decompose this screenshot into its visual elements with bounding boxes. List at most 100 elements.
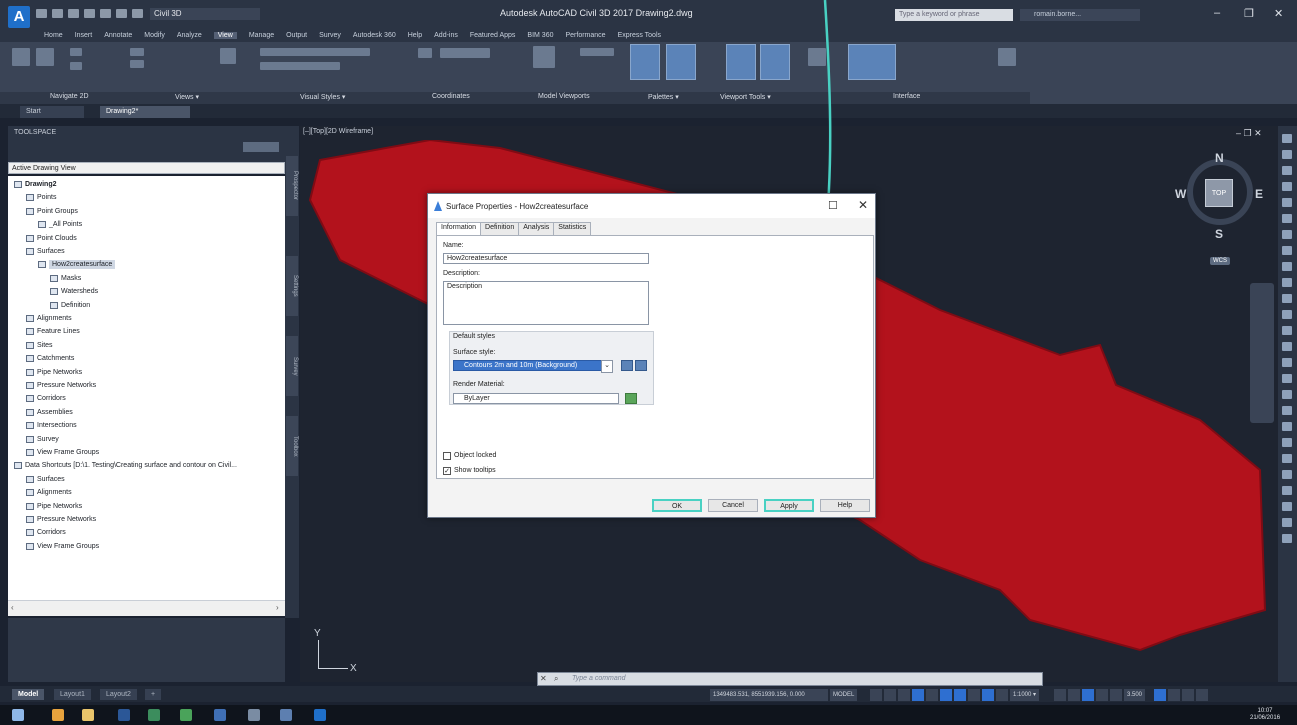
dialog-maximize-button[interactable]: ☐: [828, 199, 838, 212]
tool-icon-17[interactable]: [1282, 390, 1292, 399]
ribbon-tab-bim-360[interactable]: BIM 360: [527, 32, 553, 39]
tab-information[interactable]: Information: [436, 222, 482, 235]
tree-item[interactable]: Watersheds: [50, 287, 98, 296]
visual-style-dropdown[interactable]: [260, 48, 370, 56]
material-browser-icon[interactable]: [625, 393, 637, 404]
tool-icon-11[interactable]: [1282, 294, 1292, 303]
tree-item[interactable]: _All Points: [38, 220, 82, 229]
name-field[interactable]: How2createsurface: [443, 253, 649, 264]
tree-item[interactable]: Masks: [50, 274, 81, 283]
viewport-window-controls[interactable]: – ❐ ✕: [1236, 128, 1262, 139]
ribbon-tab-home[interactable]: Home: [44, 32, 63, 39]
compass-north[interactable]: N: [1215, 151, 1224, 165]
lock-ui-icon[interactable]: [1110, 689, 1122, 701]
ribbon-tab-help[interactable]: Help: [408, 32, 422, 39]
ribbon-tab-insert[interactable]: Insert: [75, 32, 93, 39]
ribbon-tab-add-ins[interactable]: Add-ins: [434, 32, 458, 39]
app-icon-grey[interactable]: [248, 709, 260, 721]
app-icon-blue[interactable]: [214, 709, 226, 721]
share-icon[interactable]: [132, 9, 143, 18]
side-tab-settings[interactable]: Settings: [286, 256, 298, 316]
app-icon-blue-2[interactable]: [280, 709, 292, 721]
ribbon-tab-express-tools[interactable]: Express Tools: [618, 32, 661, 39]
isolate-objects-icon[interactable]: [1154, 689, 1166, 701]
viewcube-top-face[interactable]: TOP: [1205, 179, 1233, 207]
scroll-right-icon[interactable]: ›: [276, 603, 279, 612]
save-icon[interactable]: [68, 9, 79, 18]
panel-label-palettes[interactable]: Palettes ▾: [648, 93, 679, 101]
tool-icon-7[interactable]: [1282, 230, 1292, 239]
navigation-bar[interactable]: [1250, 283, 1274, 423]
tool-icon-26[interactable]: [1282, 534, 1292, 543]
side-tab-prospector[interactable]: Prospector: [286, 156, 298, 216]
tree-item[interactable]: Pressure Networks: [26, 381, 96, 390]
tool-icon-22[interactable]: [1282, 470, 1292, 479]
tree-item[interactable]: Surfaces: [26, 475, 65, 484]
ok-button[interactable]: OK: [652, 499, 702, 512]
edge-style-icon[interactable]: [260, 62, 340, 70]
tree-item[interactable]: Definition: [50, 301, 90, 310]
chrome-icon[interactable]: [52, 709, 64, 721]
render-material-dropdown[interactable]: ByLayer: [453, 393, 619, 404]
tree-item[interactable]: Pressure Networks: [26, 515, 96, 524]
tool-icon-1[interactable]: [1282, 134, 1292, 143]
show-tooltips-checkbox[interactable]: ✓: [443, 467, 451, 475]
tree-item[interactable]: Data Shortcuts [D:\1. Testing\Creating s…: [14, 461, 237, 470]
tool-icon-18[interactable]: [1282, 406, 1292, 415]
tool-icon-19[interactable]: [1282, 422, 1292, 431]
word-icon[interactable]: [118, 709, 130, 721]
add-layout-button[interactable]: +: [145, 689, 162, 700]
minimize-button[interactable]: –: [1214, 7, 1220, 19]
tree-item[interactable]: Corridors: [26, 394, 66, 403]
tree-item[interactable]: Intersections: [26, 421, 77, 430]
ucs-tools-icon[interactable]: [440, 48, 490, 58]
tree-item[interactable]: Survey: [26, 435, 59, 444]
view-bottom-icon[interactable]: [130, 60, 144, 68]
tool-icon-20[interactable]: [1282, 438, 1292, 447]
ribbon-tab-featured-apps[interactable]: Featured Apps: [470, 32, 516, 39]
tool-icon-13[interactable]: [1282, 326, 1292, 335]
annotation-visibility-icon[interactable]: [982, 689, 994, 701]
apply-button[interactable]: Apply: [764, 499, 814, 512]
tree-item[interactable]: Feature Lines: [26, 327, 80, 336]
switch-windows-icon[interactable]: [848, 44, 896, 80]
view-top-icon[interactable]: [130, 48, 144, 56]
edit-style-icon[interactable]: [621, 360, 633, 371]
snap-icon[interactable]: [884, 689, 896, 701]
toolspace-toolbar-icons[interactable]: [243, 142, 279, 152]
tab-layout2[interactable]: Layout2: [100, 689, 137, 700]
print-icon[interactable]: [84, 9, 95, 18]
panel-label-visual-styles[interactable]: Visual Styles ▾: [300, 93, 345, 101]
tree-item[interactable]: Point Groups: [26, 207, 78, 216]
tool-icon-14[interactable]: [1282, 342, 1292, 351]
tab-drawing2[interactable]: Drawing2*: [100, 106, 190, 118]
redo-icon[interactable]: [116, 9, 127, 18]
tool-icon-2[interactable]: [1282, 150, 1292, 159]
compass-west[interactable]: W: [1175, 187, 1186, 201]
app-icon-green[interactable]: [148, 709, 160, 721]
autocad-taskbar-icon[interactable]: [314, 709, 326, 721]
tool-icon-3[interactable]: [1282, 166, 1292, 175]
tree-item[interactable]: Pipe Networks: [26, 502, 82, 511]
tree-item[interactable]: Points: [26, 193, 56, 202]
tree-horizontal-scrollbar[interactable]: ‹ ›: [8, 600, 285, 616]
auto-scale-icon[interactable]: [996, 689, 1008, 701]
hardware-acceleration-icon[interactable]: [1168, 689, 1180, 701]
tab-definition[interactable]: Definition: [480, 222, 520, 235]
pan-icon[interactable]: [12, 48, 30, 66]
command-input[interactable]: Type a command: [572, 675, 626, 682]
ribbon-tab-analyze[interactable]: Analyze: [177, 32, 202, 39]
tool-palettes-icon[interactable]: [630, 44, 660, 80]
tree-item[interactable]: View Frame Groups: [26, 542, 99, 551]
viewcube[interactable]: N S E W TOP WCS: [1175, 145, 1265, 265]
dialog-close-button[interactable]: ✕: [858, 198, 868, 212]
wcs-menu[interactable]: WCS: [1210, 257, 1230, 265]
customization-icon[interactable]: [1196, 689, 1208, 701]
zoom-level[interactable]: 3.500: [1124, 689, 1146, 701]
toolspace-view-dropdown[interactable]: Active Drawing View: [8, 162, 285, 174]
help-button[interactable]: Help: [820, 499, 870, 512]
zoom-icon[interactable]: [36, 48, 54, 66]
tree-item[interactable]: Assemblies: [26, 408, 73, 417]
tree-item[interactable]: Corridors: [26, 528, 66, 537]
tool-icon-16[interactable]: [1282, 374, 1292, 383]
